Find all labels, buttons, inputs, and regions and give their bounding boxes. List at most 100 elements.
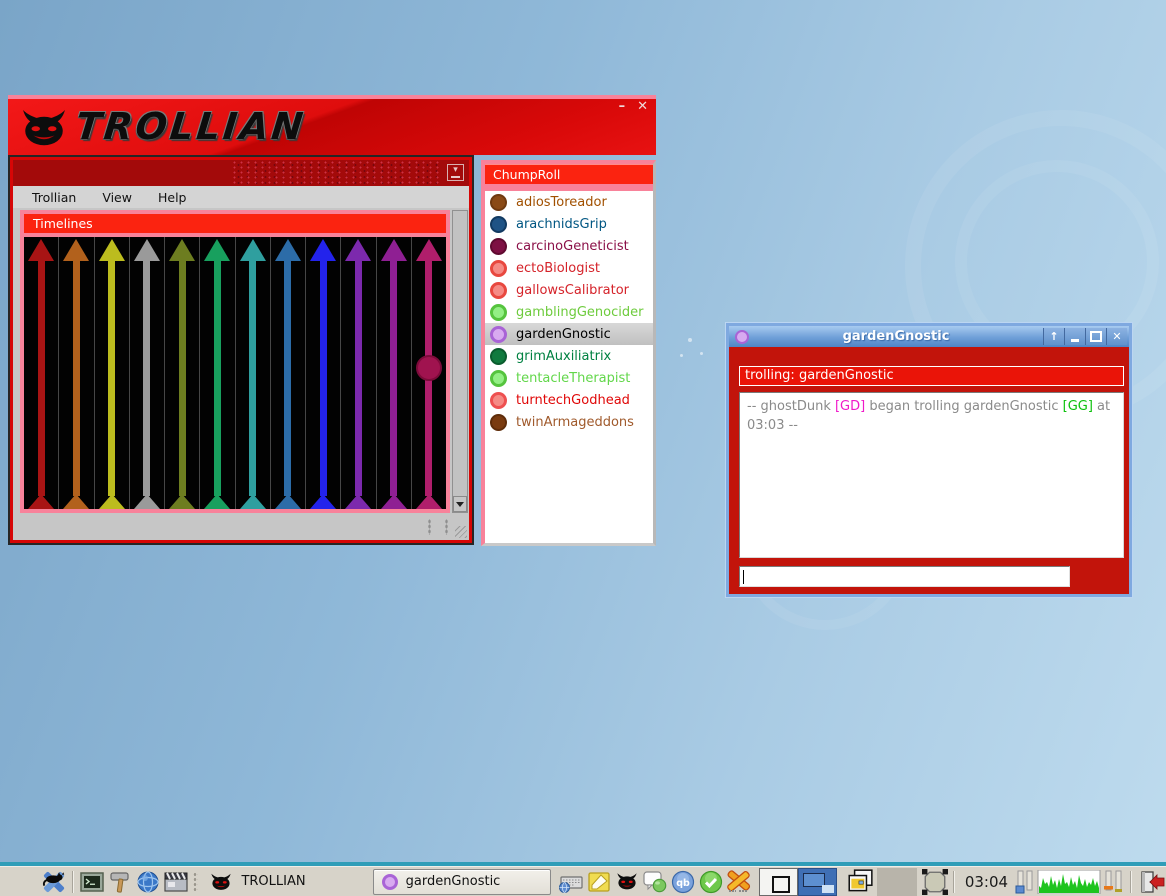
timeline-bottom-arrowhead-icon xyxy=(240,494,266,509)
timeline-column xyxy=(130,237,165,509)
chumproll-divider xyxy=(485,184,653,191)
status-dot-icon xyxy=(490,370,507,387)
chumproll-item-turntechgodhead[interactable]: turntechGodhead xyxy=(485,389,653,411)
taskbar-clock[interactable]: 03:04 xyxy=(959,873,1014,891)
text-caret xyxy=(743,570,744,584)
timeline-column xyxy=(412,237,446,509)
statusbar-handle xyxy=(428,519,431,535)
scroll-down-button[interactable] xyxy=(453,496,467,512)
status-dot-icon xyxy=(490,392,507,409)
trollian-devil-logo-icon xyxy=(20,108,68,148)
message-part: -- ghostDunk xyxy=(747,399,835,414)
chump-handle: tentacleTherapist xyxy=(516,371,630,386)
qbittorrent-icon[interactable]: qb xyxy=(670,869,696,895)
chat-message-area: -- ghostDunk [GD] began trolling gardenG… xyxy=(739,392,1124,558)
chumproll-item-arachnidsgrip[interactable]: arachnidsGrip xyxy=(485,213,653,235)
taskbar-separator xyxy=(72,871,74,893)
logout-door-icon[interactable] xyxy=(1137,869,1165,895)
timeline-stem xyxy=(38,259,45,496)
taskbar-task-trollian[interactable]: TROLLIAN xyxy=(201,869,372,895)
mixer-slider-icon[interactable] xyxy=(1015,869,1035,895)
checkmark-icon[interactable] xyxy=(698,869,724,895)
svg-text:qb: qb xyxy=(676,878,690,889)
timeline-bottom-arrowhead-icon xyxy=(134,494,160,509)
timeline-column xyxy=(200,237,235,509)
menu-item-view[interactable]: View xyxy=(89,188,145,207)
window-stack-icon[interactable] xyxy=(844,869,875,895)
timeline-scrollbar[interactable] xyxy=(452,210,468,513)
cpu-graph-icon[interactable] xyxy=(1037,869,1101,895)
chat-input[interactable] xyxy=(739,566,1070,587)
timeline-bottom-arrowhead-icon xyxy=(204,494,230,509)
web-browser-icon[interactable] xyxy=(135,869,161,895)
pager-desktop-1[interactable] xyxy=(759,868,798,896)
chumproll-item-tentacletherapist[interactable]: tentacleTherapist xyxy=(485,367,653,389)
timeline-column xyxy=(306,237,341,509)
status-dot-icon xyxy=(490,282,507,299)
maximize-button[interactable] xyxy=(1085,328,1106,345)
desktop: TROLLIAN – ✕ ▾ TrollianViewHelp Timeline… xyxy=(0,0,1166,896)
chumproll-item-gamblinggenocider[interactable]: gamblingGenocider xyxy=(485,301,653,323)
shade-button[interactable]: ▾ xyxy=(447,164,464,181)
menu-item-help[interactable]: Help xyxy=(145,188,200,207)
timelines-header: Timelines xyxy=(24,214,446,233)
timeline-stem xyxy=(108,259,115,496)
chumproll-item-ectobiologist[interactable]: ectoBiologist xyxy=(485,257,653,279)
menu-item-trollian[interactable]: Trollian xyxy=(19,188,89,207)
chumproll-item-grimauxiliatrix[interactable]: grimAuxiliatrix xyxy=(485,345,653,367)
levels-icon[interactable] xyxy=(1103,869,1125,895)
timeline-arrowhead-icon xyxy=(310,239,336,261)
media-editor-icon[interactable] xyxy=(163,869,189,895)
keyboard-layout-icon[interactable] xyxy=(558,869,584,895)
chat-bubble-icon[interactable] xyxy=(642,869,668,895)
devil-icon xyxy=(210,871,232,893)
wallpaper-spark xyxy=(688,338,692,342)
status-dot-icon xyxy=(490,348,507,365)
minimize-button[interactable] xyxy=(1064,328,1085,345)
terminal-icon[interactable] xyxy=(79,869,105,895)
timelines-window: ▾ TrollianViewHelp Timelines xyxy=(8,155,474,545)
chat-window: gardenGnostic ↑✕ trolling: gardenGnostic… xyxy=(726,323,1132,597)
chat-titlebar[interactable]: gardenGnostic ↑✕ xyxy=(729,326,1129,347)
raise-button[interactable]: ↑ xyxy=(1043,328,1064,345)
timeline-arrowhead-icon xyxy=(63,239,89,261)
resize-grip[interactable] xyxy=(455,526,467,538)
notes-icon[interactable] xyxy=(586,869,612,895)
timeline-column xyxy=(271,237,306,509)
timeline-arrowhead-icon xyxy=(275,239,301,261)
timeline-column xyxy=(24,237,59,509)
trollian-banner-window: TROLLIAN – ✕ xyxy=(8,95,656,155)
taskbar-task-gardengnostic[interactable]: gardenGnostic xyxy=(373,869,552,895)
timeline-bottom-arrowhead-icon xyxy=(381,494,407,509)
banner-minimize-button[interactable]: – xyxy=(619,101,626,113)
timeline-bottom-arrowhead-icon xyxy=(28,494,54,509)
timelines-titlebar[interactable]: ▾ xyxy=(13,160,469,186)
chump-handle: grimAuxiliatrix xyxy=(516,349,611,364)
chumproll-item-gallowscalibrator[interactable]: gallowsCalibrator xyxy=(485,279,653,301)
timeline-arrowhead-icon xyxy=(345,239,371,261)
chumproll-item-twinarmageddons[interactable]: twinArmageddons xyxy=(485,411,653,433)
timelines-menubar: TrollianViewHelp xyxy=(13,186,469,208)
chumproll-item-carcinogeneticist[interactable]: carcinoGeneticist xyxy=(485,235,653,257)
timeline-arrowhead-icon xyxy=(169,239,195,261)
selection-octagon-icon[interactable] xyxy=(922,869,948,895)
timeline-stem xyxy=(73,259,80,496)
chumproll-item-adiostoreador[interactable]: adiosToreador xyxy=(485,191,653,213)
timeline-bottom-arrowhead-icon xyxy=(345,494,371,509)
message-part: [GG] xyxy=(1063,399,1093,414)
status-dot-icon xyxy=(490,304,507,321)
wm-menu-icon[interactable] xyxy=(41,869,67,895)
build-tool-icon[interactable] xyxy=(107,869,133,895)
desktop-pager xyxy=(759,868,837,896)
taskbar-grab-handle[interactable] xyxy=(193,872,199,892)
banner-close-button[interactable]: ✕ xyxy=(637,101,648,113)
chumproll-item-gardengnostic[interactable]: gardenGnostic xyxy=(485,323,653,345)
timeline-column xyxy=(236,237,271,509)
chump-handle: gardenGnostic xyxy=(516,327,611,342)
trollian-devil-icon[interactable] xyxy=(614,869,640,895)
crossed-tools-icon[interactable] xyxy=(726,869,752,895)
timeline-bottom-arrowhead-icon xyxy=(310,494,336,509)
chumproll-list: adiosToreadorarachnidsGripcarcinoGenetic… xyxy=(485,191,653,433)
pager-desktop-2[interactable] xyxy=(798,868,837,896)
close-button[interactable]: ✕ xyxy=(1106,328,1127,345)
